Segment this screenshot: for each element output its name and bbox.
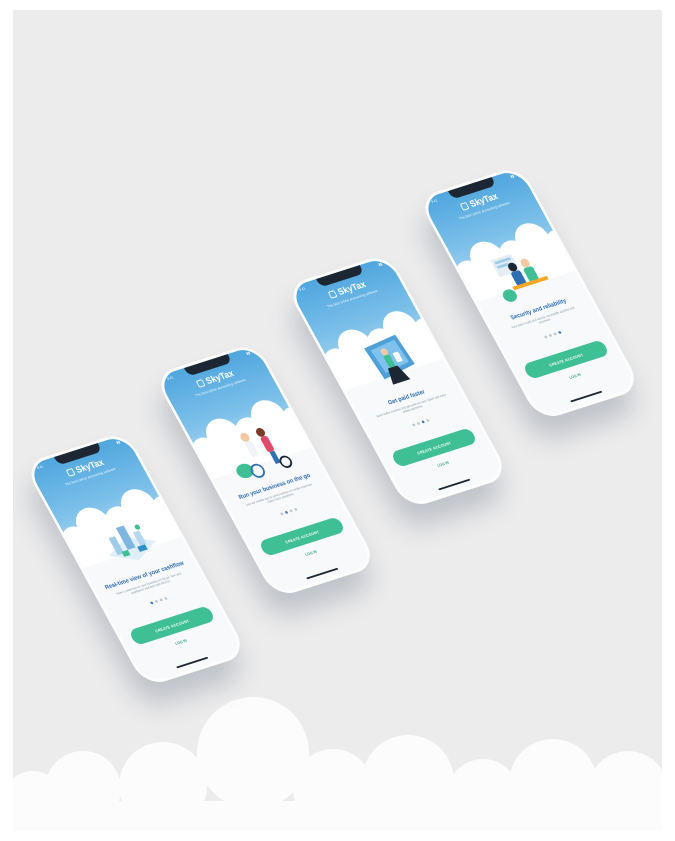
create-account-button[interactable]: CREATE ACCOUNT: [258, 516, 346, 557]
home-indicator: [305, 567, 339, 580]
create-account-button[interactable]: CREATE ACCOUNT: [128, 605, 216, 646]
page-dot[interactable]: [420, 420, 425, 424]
home-indicator: [437, 478, 471, 491]
create-account-button[interactable]: CREATE ACCOUNT: [522, 339, 610, 380]
create-account-button[interactable]: CREATE ACCOUNT: [390, 427, 478, 468]
page-dot[interactable]: [557, 330, 562, 335]
page-dot[interactable]: [279, 512, 284, 516]
home-indicator: [175, 656, 209, 669]
page-dot[interactable]: [548, 333, 552, 338]
page-dot[interactable]: [411, 423, 416, 427]
page-dot[interactable]: [158, 598, 163, 602]
page-dot[interactable]: [163, 596, 168, 601]
background-clouds: [13, 697, 662, 831]
page-dot[interactable]: [284, 510, 288, 515]
page-dot[interactable]: [543, 335, 548, 339]
page-dot[interactable]: [288, 509, 293, 513]
home-indicator: [569, 390, 603, 403]
page-dot[interactable]: [149, 601, 154, 605]
page-dot[interactable]: [416, 421, 420, 426]
mockup-canvas: 9:41 ▮▮ SkyTax The best online accountin…: [13, 10, 662, 831]
page-dot[interactable]: [552, 332, 557, 336]
page-dot[interactable]: [293, 507, 298, 512]
page-dot[interactable]: [425, 418, 430, 423]
page-dot[interactable]: [154, 599, 158, 604]
